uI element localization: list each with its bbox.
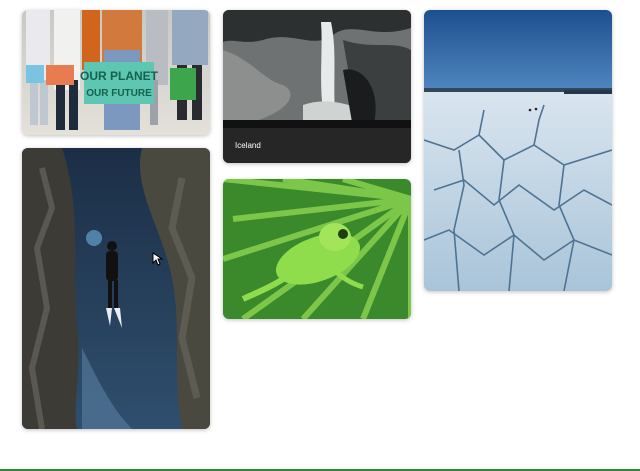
protest-photo: OUR PLANET OUR FUTURE bbox=[22, 10, 210, 135]
card-caption: Iceland bbox=[223, 128, 411, 163]
gallery-card-protest[interactable]: OUR PLANET OUR FUTURE bbox=[22, 10, 210, 135]
protest-sign: OUR PLANET OUR FUTURE bbox=[80, 62, 159, 104]
waterfall-photo bbox=[223, 10, 411, 128]
gallery-card-iceland[interactable]: Iceland bbox=[223, 10, 411, 163]
svg-text:OUR FUTURE: OUR FUTURE bbox=[86, 88, 152, 99]
frozen-lake-photo bbox=[424, 10, 612, 291]
diver-photo bbox=[22, 148, 210, 429]
gallery-card-diver[interactable] bbox=[22, 148, 210, 429]
frog-photo bbox=[223, 179, 411, 319]
gallery-card-frozen-lake[interactable] bbox=[424, 10, 612, 291]
gallery-card-frog[interactable] bbox=[223, 179, 411, 319]
svg-text:OUR PLANET: OUR PLANET bbox=[80, 69, 159, 83]
mouse-cursor-icon bbox=[152, 252, 164, 266]
